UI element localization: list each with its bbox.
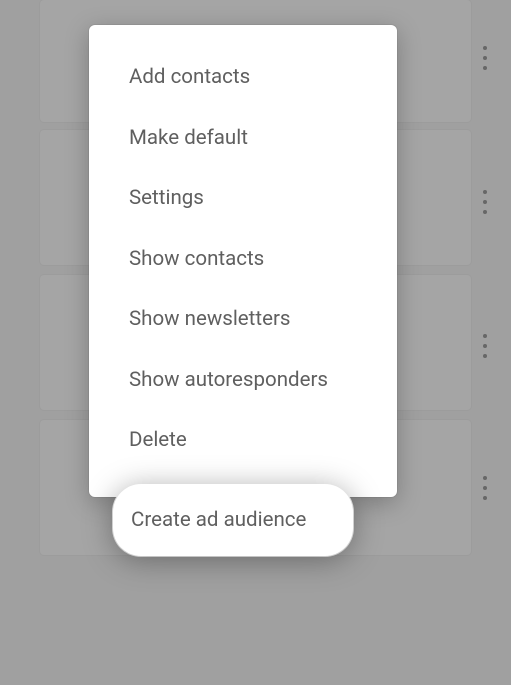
menu-item-show-newsletters[interactable]: Show newsletters <box>89 289 397 350</box>
menu-item-show-autoresponders[interactable]: Show autoresponders <box>89 350 397 411</box>
context-menu: Add contacts Make default Settings Show … <box>89 25 397 497</box>
menu-item-make-default[interactable]: Make default <box>89 108 397 169</box>
menu-item-show-contacts[interactable]: Show contacts <box>89 229 397 290</box>
menu-item-settings[interactable]: Settings <box>89 168 397 229</box>
menu-item-create-ad-audience[interactable]: Create ad audience <box>113 484 353 556</box>
menu-item-delete[interactable]: Delete <box>89 410 397 471</box>
menu-item-add-contacts[interactable]: Add contacts <box>89 47 397 108</box>
menu-item-label: Create ad audience <box>131 508 306 532</box>
